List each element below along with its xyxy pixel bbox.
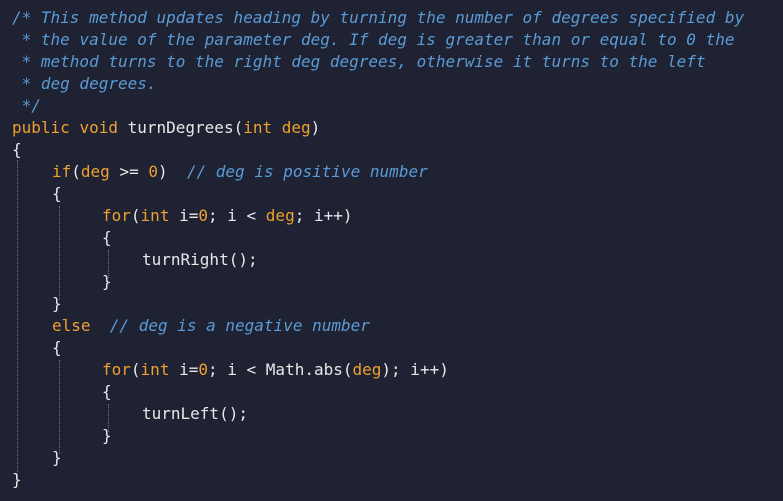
indent-guide-if-block <box>59 206 60 300</box>
for-init: i= <box>169 206 199 225</box>
if-open-paren: ( <box>71 162 81 181</box>
code-editor[interactable]: /* This method updates heading by turnin… <box>0 0 783 501</box>
inline-comment: // deg is positive number <box>186 162 428 181</box>
doc-comment-line: * the value of the parameter deg. If deg… <box>12 30 735 49</box>
for-condition: ; i < <box>208 206 266 225</box>
for-increment: ); i++) <box>381 360 449 379</box>
for-increment: ; i++) <box>294 206 353 225</box>
for-init: i= <box>169 360 199 379</box>
for-open-paren: ( <box>130 206 141 225</box>
keyword-void: void <box>79 118 118 137</box>
if-open-brace: { <box>52 184 62 203</box>
operator-gte: >= <box>109 162 149 181</box>
method-name: turnDegrees( <box>127 118 244 137</box>
if-close-brace: } <box>52 294 62 313</box>
method-close-brace: } <box>12 470 22 489</box>
keyword-else: else <box>52 316 91 335</box>
if-statement: if(deg >= 0) // deg is positive number <box>52 161 428 183</box>
else-statement: else // deg is a negative number <box>52 315 370 337</box>
else-close-brace: } <box>52 448 62 467</box>
keyword-public: public <box>12 118 70 137</box>
call-turn-left: turnLeft(); <box>142 404 248 423</box>
keyword-int: int <box>140 360 170 379</box>
for-loop-right: for(int i=0; i < deg; i++) <box>102 205 353 227</box>
keyword-for: for <box>102 206 131 225</box>
var-deg: deg <box>265 206 295 225</box>
call-turn-right: turnRight(); <box>142 250 258 269</box>
doc-comment-line: * deg degrees. <box>12 74 157 93</box>
keyword-int: int <box>140 206 170 225</box>
keyword-for: for <box>102 360 131 379</box>
method-signature: public void turnDegrees(int deg) <box>12 117 320 139</box>
for-loop-left: for(int i=0; i < Math.abs(deg); i++) <box>102 359 449 381</box>
keyword-if: if <box>52 162 72 181</box>
number-zero: 0 <box>198 206 208 225</box>
indent-guide-else-block <box>59 360 60 454</box>
indent-guide-level1 <box>17 160 18 478</box>
number-zero: 0 <box>198 360 208 379</box>
var-deg: deg <box>352 360 382 379</box>
for-condition: ; i < Math.abs( <box>208 360 353 379</box>
else-open-brace: { <box>52 338 62 357</box>
doc-comment-line: /* This method updates heading by turnin… <box>12 8 745 27</box>
for-open-brace: { <box>102 228 112 247</box>
signature-close-paren: ) <box>310 118 321 137</box>
method-open-brace: { <box>12 140 22 159</box>
doc-comment-line: * method turns to the right deg degrees,… <box>12 52 706 71</box>
inline-comment: // deg is a negative number <box>109 316 370 335</box>
for-open-paren: ( <box>130 360 141 379</box>
for-close-brace: } <box>102 426 112 445</box>
if-close-paren: ) <box>157 162 168 181</box>
param-type: int <box>243 118 273 137</box>
param-name: deg <box>281 118 311 137</box>
var-deg: deg <box>80 162 110 181</box>
for-open-brace: { <box>102 382 112 401</box>
number-zero: 0 <box>148 162 158 181</box>
for-close-brace: } <box>102 272 112 291</box>
doc-comment-line: */ <box>12 96 41 115</box>
